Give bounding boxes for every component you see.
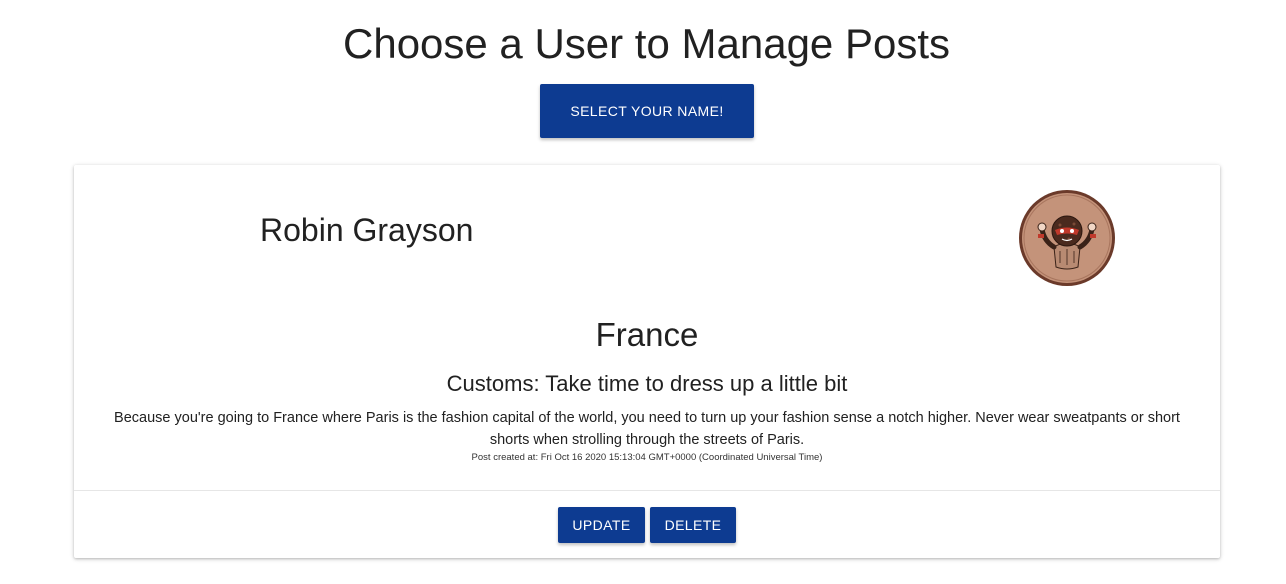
select-your-name-button[interactable]: SELECT YOUR NAME! <box>540 84 754 138</box>
post-location: France <box>595 316 699 353</box>
update-button[interactable]: UPDATE <box>558 507 645 543</box>
post-body: Because you're going to France where Par… <box>114 410 1180 448</box>
post-created-date: Post created at: Fri Oct 16 2020 15:13:0… <box>471 452 823 463</box>
page-title: Choose a User to Manage Posts <box>343 20 950 67</box>
author-name: Robin Grayson <box>260 212 474 248</box>
delete-button[interactable]: DELETE <box>650 507 736 543</box>
post-title: Customs: Take time to dress up a little … <box>446 371 848 396</box>
card-divider <box>74 490 1220 491</box>
page: Choose a User to Manage Posts SELECT YOU… <box>0 0 1286 584</box>
post-card: Robin Grayson France Customs: Take time … <box>74 165 1220 558</box>
robin-avatar-icon <box>1018 189 1116 287</box>
